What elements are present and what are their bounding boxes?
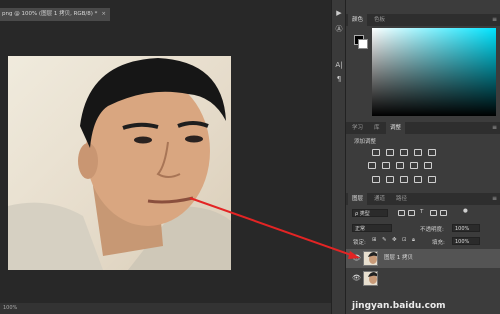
lock-position-icon[interactable]: ✥	[392, 237, 397, 243]
tab-paths[interactable]: 路径	[392, 193, 411, 205]
photo-filter-icon[interactable]	[410, 162, 418, 169]
lock-all-icon[interactable]: 🔒︎	[412, 237, 415, 244]
adjust-panel-tabs: 学习 库 调整 ≡	[346, 122, 500, 134]
gradient-map-icon[interactable]	[414, 176, 422, 183]
filter-type-icon[interactable]: T	[420, 209, 423, 215]
tab-layers[interactable]: 图层	[348, 193, 368, 205]
tab-color[interactable]: 颜色	[348, 14, 368, 26]
blend-mode-select[interactable]: 正常	[352, 224, 392, 232]
document-tab[interactable]: png @ 100% (图层 1 拷贝, RGB/8) * ×	[0, 8, 110, 21]
character-icon[interactable]: A|	[334, 60, 344, 70]
lock-artboard-icon[interactable]: ⊡	[402, 237, 407, 243]
filter-smart-icon[interactable]	[440, 210, 447, 216]
portrait-illustration	[8, 58, 231, 270]
color-spectrum-field[interactable]	[372, 28, 496, 116]
panel-tool-strip: ▶ Ⓐ A| ¶	[331, 0, 346, 314]
document-tab-title: png @ 100% (图层 1 拷贝, RGB/8) *	[2, 11, 98, 17]
curves-icon[interactable]	[400, 149, 408, 156]
layer-thumbnail	[363, 271, 378, 286]
panel-menu-icon[interactable]: ≡	[492, 14, 497, 26]
tab-channels[interactable]: 通道	[370, 193, 389, 205]
background-color-swatch[interactable]	[358, 39, 368, 49]
opacity-label: 不透明度:	[420, 227, 444, 233]
portrait-image[interactable]	[8, 56, 231, 270]
black-white-icon[interactable]	[396, 162, 404, 169]
paragraph-icon[interactable]: ¶	[334, 74, 344, 84]
channel-mixer-icon[interactable]	[424, 162, 432, 169]
lock-transparency-icon[interactable]: ⊞	[372, 237, 377, 243]
tab-adjustments[interactable]: 调整	[386, 122, 406, 134]
right-panel: 颜色 色板 ≡ 学习 库 调整 ≡ 添加调整 图层 通道 路径 ≡ ρ 类型 T…	[345, 0, 500, 314]
color-balance-icon[interactable]	[382, 162, 390, 169]
status-bar: 100%	[0, 303, 334, 314]
info-icon[interactable]: Ⓐ	[334, 24, 344, 34]
exposure-icon[interactable]	[414, 149, 422, 156]
threshold-icon[interactable]	[400, 176, 408, 183]
hue-saturation-icon[interactable]	[368, 162, 376, 169]
invert-icon[interactable]	[372, 176, 380, 183]
eye-icon[interactable]: 👁︎	[352, 254, 361, 262]
fill-label: 填充:	[432, 240, 445, 246]
vibrance-icon[interactable]	[428, 149, 436, 156]
panel-menu-icon[interactable]: ≡	[492, 122, 497, 134]
levels-icon[interactable]	[386, 149, 394, 156]
close-tab-icon[interactable]: ×	[101, 8, 106, 21]
filter-pixel-icon[interactable]	[398, 210, 405, 216]
eye-icon[interactable]: 👁︎	[352, 274, 361, 282]
selective-color-icon[interactable]	[428, 176, 436, 183]
layer-name[interactable]: 图层 1 拷贝	[384, 249, 413, 268]
adjust-heading: 添加调整	[354, 139, 377, 145]
filter-toggle-icon[interactable]: ●	[463, 208, 468, 214]
watermark: jingyan.baidu.com	[352, 301, 446, 311]
filter-shape-icon[interactable]	[430, 210, 437, 216]
brightness-icon[interactable]	[372, 149, 380, 156]
layer-row-selected[interactable]: 👁︎ 图层 1 拷贝	[346, 249, 500, 268]
tab-learn[interactable]: 学习	[348, 122, 367, 134]
layer-thumbnail	[363, 251, 378, 266]
tab-libraries[interactable]: 库	[370, 122, 384, 134]
opacity-input[interactable]: 100%	[452, 224, 480, 232]
layer-row[interactable]: 👁︎	[346, 269, 500, 288]
play-icon[interactable]: ▶	[334, 8, 344, 18]
tab-swatches[interactable]: 色板	[370, 14, 389, 26]
posterize-icon[interactable]	[386, 176, 394, 183]
fill-input[interactable]: 100%	[452, 237, 480, 245]
filter-adjust-icon[interactable]	[408, 210, 415, 216]
panel-menu-icon[interactable]: ≡	[492, 193, 497, 205]
lock-paint-icon[interactable]: ✎	[382, 237, 387, 243]
layers-panel-tabs: 图层 通道 路径 ≡	[346, 193, 500, 205]
layer-filter-select[interactable]: ρ 类型	[352, 209, 388, 217]
lock-label: 锁定:	[353, 240, 366, 246]
color-panel-tabs: 颜色 色板 ≡	[346, 14, 500, 26]
